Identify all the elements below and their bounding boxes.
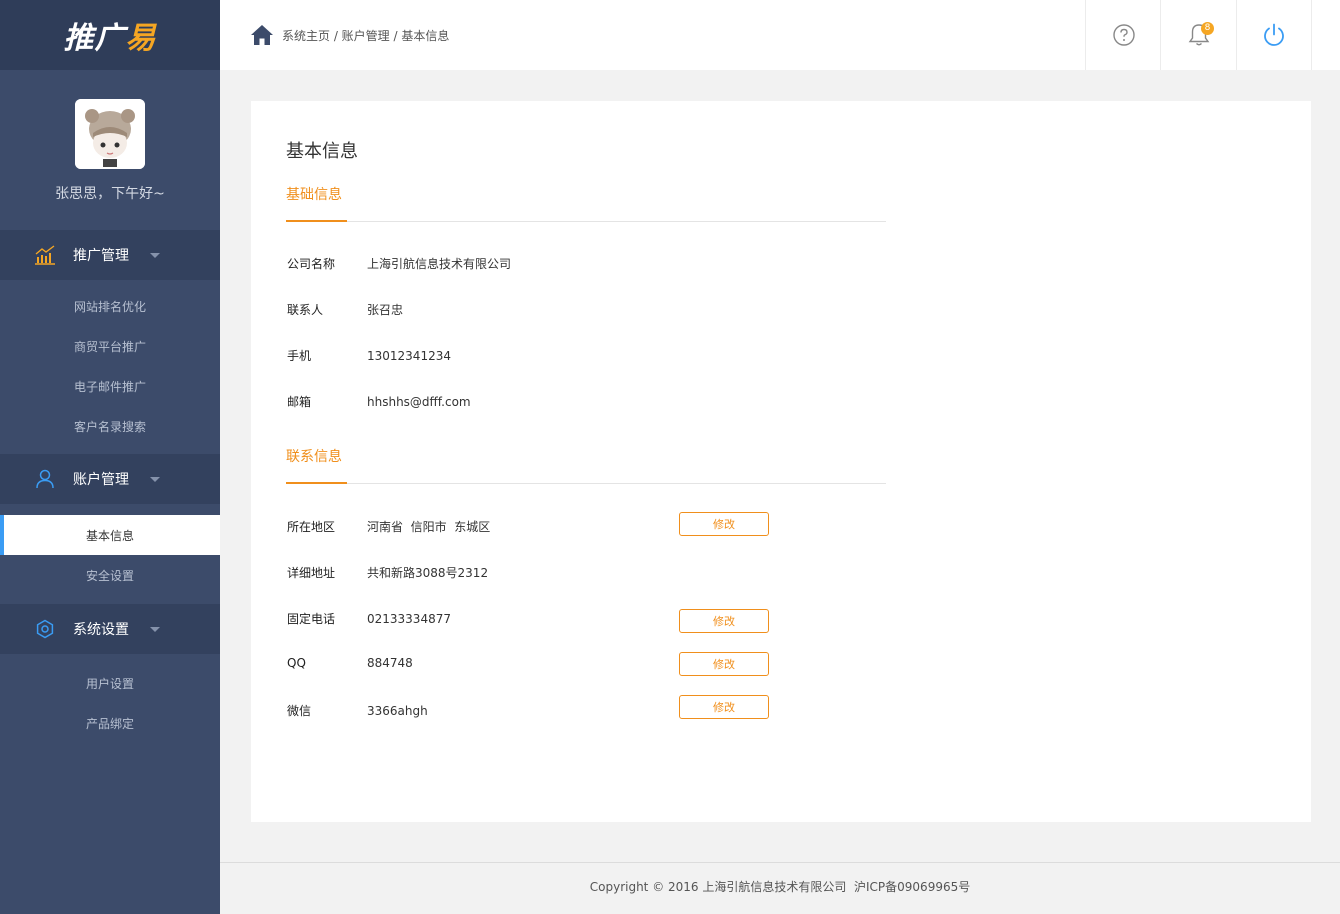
greeting-text: 张思思，下午好~ [55,186,165,202]
nav-group-system[interactable]: 系统设置 [0,604,220,654]
chevron-down-icon [150,253,160,258]
info-row-qq: QQ 884748 [287,656,413,670]
info-row-wechat: 微信 3366ahgh [287,702,428,719]
user-profile: 张思思，下午好~ [0,70,220,230]
field-value: 02133334877 [367,611,451,626]
user-icon [34,468,56,490]
field-value: 3366ahgh [367,703,428,718]
field-label: 手机 [287,349,312,363]
logout-button[interactable] [1236,0,1312,70]
sidebar-item-basic-info[interactable]: 基本信息 [0,515,220,555]
edit-region-button[interactable]: 修改 [679,512,769,536]
footer-divider [220,862,1340,863]
nav-group-account[interactable]: 账户管理 [0,454,220,504]
page-title: 基本信息 [286,141,358,162]
sidebar-item-user-settings[interactable]: 用户设置 [0,663,220,703]
field-label: 详细地址 [287,566,336,580]
breadcrumb-text[interactable]: 系统主页 / 账户管理 / 基本信息 [282,27,449,44]
info-row-landline: 固定电话 02133334877 [287,610,451,627]
info-row-company: 公司名称 上海引航信息技术有限公司 [287,255,511,272]
section-title-basic: 基础信息 [286,187,342,203]
field-label: 固定电话 [287,612,336,626]
sidebar-item-customer-search[interactable]: 客户名录搜索 [0,406,220,446]
field-label: 公司名称 [287,257,336,271]
footer-copyright: Copyright © 2016 上海引航信息技术有限公司 沪ICP备09069… [589,880,971,894]
field-value: hhshhs@dfff.com [367,394,471,409]
breadcrumb: 系统主页 / 账户管理 / 基本信息 [250,24,449,46]
field-label: QQ [287,656,306,670]
section-title-contact: 联系信息 [286,449,342,465]
help-icon [1112,24,1135,46]
sidebar-item-trade-platform[interactable]: 商贸平台推广 [0,326,220,366]
settings-icon [34,618,56,640]
field-value: 上海引航信息技术有限公司 [367,257,512,271]
top-header: 系统主页 / 账户管理 / 基本信息 8 [220,0,1340,70]
sidebar-item-seo[interactable]: 网站排名优化 [0,286,220,326]
notification-badge: 8 [1201,22,1214,35]
field-value: 河南省 信阳市 东城区 [367,520,491,534]
field-label: 微信 [287,704,312,718]
section-divider [286,482,886,484]
field-value: 884748 [367,656,413,670]
nav-group-promotion[interactable]: 推广管理 [0,230,220,280]
info-row-mobile: 手机 13012341234 [287,347,451,364]
nav-list-system: 用户设置 产品绑定 [0,654,220,752]
home-icon[interactable] [250,24,274,46]
info-row-email: 邮箱 hhshhs@dfff.com [287,393,471,410]
chevron-down-icon [150,627,160,632]
logo-text: 推广易 [63,21,157,56]
info-row-contact-person: 联系人 张召忠 [287,301,403,318]
chart-icon [34,244,56,266]
basic-info-card: 基本信息 基础信息 公司名称 上海引航信息技术有限公司 联系人 张召忠 手机 1… [251,101,1311,822]
help-button[interactable] [1085,0,1161,70]
field-label: 邮箱 [287,395,312,409]
logo[interactable]: 推广易 [0,0,220,70]
avatar-image [75,99,145,169]
field-value: 共和新路3088号2312 [367,566,489,580]
power-icon [1264,23,1284,46]
field-value: 13012341234 [367,348,451,363]
info-row-region: 所在地区 河南省 信阳市 东城区 [287,518,490,535]
sidebar-item-email-promotion[interactable]: 电子邮件推广 [0,366,220,406]
sidebar: 推广易 张思思，下午好~ 推广管理 网站排名优化 商贸平台推广 电子邮件推广 客… [0,0,220,914]
edit-qq-button[interactable]: 修改 [679,652,769,676]
nav-group-label: 系统设置 [73,622,129,638]
info-row-address: 详细地址 共和新路3088号2312 [287,564,488,581]
nav-group-label: 推广管理 [73,248,129,264]
notification-button[interactable]: 8 [1160,0,1236,70]
nav-group-label: 账户管理 [73,472,129,488]
field-label: 联系人 [287,303,324,317]
section-divider [286,220,886,222]
nav-list-promotion: 网站排名优化 商贸平台推广 电子邮件推广 客户名录搜索 [0,280,220,454]
field-label: 所在地区 [287,520,336,534]
avatar[interactable] [75,99,145,169]
field-value: 张召忠 [367,303,404,317]
edit-landline-button[interactable]: 修改 [679,609,769,633]
edit-wechat-button[interactable]: 修改 [679,695,769,719]
nav-list-account: 基本信息 安全设置 [0,504,220,604]
sidebar-item-product-binding[interactable]: 产品绑定 [0,703,220,743]
chevron-down-icon [150,477,160,482]
sidebar-item-security[interactable]: 安全设置 [0,555,220,595]
